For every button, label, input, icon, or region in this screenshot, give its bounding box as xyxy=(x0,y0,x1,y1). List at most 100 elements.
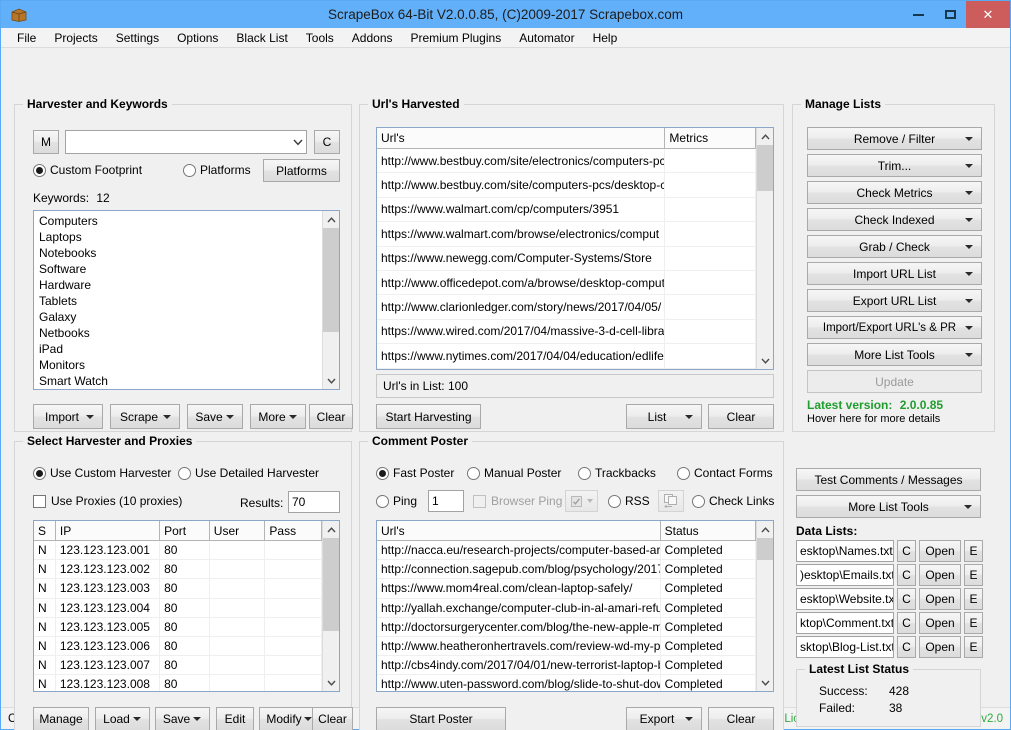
minimize-icon[interactable] xyxy=(902,1,934,28)
menu-settings[interactable]: Settings xyxy=(107,30,168,46)
column-header-status[interactable]: Status xyxy=(661,521,756,540)
scroll-track[interactable] xyxy=(757,145,773,352)
menu-premium-plugins[interactable]: Premium Plugins xyxy=(402,30,511,46)
data-list-open-button[interactable]: Open xyxy=(919,612,961,634)
data-list-c-button[interactable]: C xyxy=(897,612,916,634)
radio-rss[interactable]: RSS xyxy=(608,494,650,508)
urls-list-button[interactable]: List xyxy=(626,404,702,429)
list-item[interactable]: Computers xyxy=(34,213,322,229)
table-row[interactable]: N 123.123.123.002 80 xyxy=(34,560,322,579)
menu-addons[interactable]: Addons xyxy=(343,30,402,46)
radio-contact-forms[interactable]: Contact Forms xyxy=(677,466,773,480)
scroll-up-icon[interactable] xyxy=(323,521,339,538)
table-row[interactable]: https://www.walmart.com/cp/computers/395… xyxy=(377,198,756,222)
proxies-manage-button[interactable]: Manage xyxy=(33,707,89,730)
data-list-c-button[interactable]: C xyxy=(897,564,916,586)
data-list-e-button[interactable]: E xyxy=(964,588,983,610)
menu-black-list[interactable]: Black List xyxy=(227,30,296,46)
maximize-icon[interactable] xyxy=(934,1,966,28)
list-item[interactable]: Notebooks xyxy=(34,245,322,261)
start-poster-button[interactable]: Start Poster xyxy=(376,707,506,730)
radio-use-custom-harvester[interactable]: Use Custom Harvester xyxy=(33,466,171,480)
column-header-metrics[interactable]: Metrics xyxy=(665,128,756,148)
comment-clear-button[interactable]: Clear xyxy=(708,707,774,730)
list-item[interactable]: Tablets xyxy=(34,293,322,309)
table-row[interactable]: http://www.officedepot.com/a/browse/desk… xyxy=(377,271,756,295)
data-list-e-button[interactable]: E xyxy=(964,636,983,658)
list-item[interactable]: Netbooks xyxy=(34,325,322,341)
data-list-open-button[interactable]: Open xyxy=(919,540,961,562)
keywords-save-button[interactable]: Save xyxy=(187,404,243,429)
data-list-e-button[interactable]: E xyxy=(964,612,983,634)
start-harvesting-button[interactable]: Start Harvesting xyxy=(376,404,481,429)
scroll-down-icon[interactable] xyxy=(757,352,773,369)
table-row[interactable]: http://www.bestbuy.com/site/computers-pc… xyxy=(377,173,756,197)
proxies-load-button[interactable]: Load xyxy=(95,707,150,730)
column-header-user[interactable]: User xyxy=(210,521,266,540)
data-list-e-button[interactable]: E xyxy=(964,540,983,562)
column-header-pass[interactable]: Pass xyxy=(265,521,322,540)
scroll-thumb[interactable] xyxy=(323,538,339,631)
menu-projects[interactable]: Projects xyxy=(45,30,106,46)
table-row[interactable]: http://connection.sagepub.com/blog/psych… xyxy=(377,560,756,579)
menu-file[interactable]: File xyxy=(8,30,45,46)
list-item[interactable]: iPad xyxy=(34,341,322,357)
scroll-up-icon[interactable] xyxy=(757,128,773,145)
radio-fast-poster[interactable]: Fast Poster xyxy=(376,466,454,480)
column-header-urls[interactable]: Url's xyxy=(377,521,661,540)
scroll-up-icon[interactable] xyxy=(323,211,339,228)
import-url-list-button[interactable]: Import URL List xyxy=(807,262,982,285)
table-row[interactable]: https://www.mom4real.com/clean-laptop-sa… xyxy=(377,579,756,598)
column-header-urls[interactable]: Url's xyxy=(377,128,665,148)
scroll-thumb[interactable] xyxy=(757,538,773,560)
trim-button[interactable]: Trim... xyxy=(807,154,982,177)
proxies-clear-button[interactable]: Clear xyxy=(312,707,353,730)
data-list-path-input[interactable]: )esktop\Emails.txt xyxy=(796,564,894,586)
menu-help[interactable]: Help xyxy=(584,30,627,46)
menu-tools[interactable]: Tools xyxy=(297,30,343,46)
test-comments-messages-button[interactable]: Test Comments / Messages xyxy=(796,468,981,491)
scroll-down-icon[interactable] xyxy=(323,674,339,691)
platforms-button[interactable]: Platforms xyxy=(263,159,340,182)
keywords-more-button[interactable]: More xyxy=(250,404,306,429)
column-header-port[interactable]: Port xyxy=(160,521,210,540)
table-row[interactable]: N 123.123.123.005 80 xyxy=(34,618,322,637)
table-row[interactable]: https://www.nytimes.com/2017/04/04/educa… xyxy=(377,344,756,368)
proxies-save-button[interactable]: Save xyxy=(155,707,210,730)
check-metrics-button[interactable]: Check Metrics xyxy=(807,181,982,204)
table-row[interactable]: http://cbs4indy.com/2017/04/01/new-terro… xyxy=(377,656,756,675)
scroll-thumb[interactable] xyxy=(323,228,339,332)
proxies-edit-button[interactable]: Edit xyxy=(216,707,254,730)
more-list-tools-button[interactable]: More List Tools xyxy=(807,343,982,366)
keywords-import-button[interactable]: Import xyxy=(33,404,103,429)
urls-harvested-scrollbar[interactable] xyxy=(756,128,773,369)
list-item[interactable]: Software xyxy=(34,261,322,277)
table-row[interactable]: N 123.123.123.007 80 xyxy=(34,656,322,675)
table-row[interactable]: N 123.123.123.008 80 xyxy=(34,675,322,691)
table-row[interactable]: http://www.heatheronhertravels.com/revie… xyxy=(377,637,756,656)
list-item[interactable]: Hardware xyxy=(34,277,322,293)
list-item[interactable]: Galaxy xyxy=(34,309,322,325)
check-use-proxies[interactable]: Use Proxies (10 proxies) xyxy=(33,494,182,508)
footprint-combo[interactable] xyxy=(65,130,307,154)
column-header-s[interactable]: S xyxy=(34,521,56,540)
chevron-down-icon[interactable] xyxy=(289,131,306,153)
keywords-clear-button[interactable]: Clear xyxy=(309,404,353,429)
radio-ping[interactable]: Ping xyxy=(376,494,417,508)
data-list-path-input[interactable]: ktop\Comment.txt xyxy=(796,612,894,634)
data-list-c-button[interactable]: C xyxy=(897,540,916,562)
table-row[interactable]: http://www.uten-password.com/blog/slide-… xyxy=(377,675,756,691)
scroll-track[interactable] xyxy=(323,538,339,674)
table-row[interactable]: http://yallah.exchange/computer-club-in-… xyxy=(377,599,756,618)
radio-check-links[interactable]: Check Links xyxy=(692,494,774,508)
scroll-up-icon[interactable] xyxy=(757,521,773,538)
import-export-urls-pr-button[interactable]: Import/Export URL's & PR xyxy=(807,316,982,339)
list-item[interactable]: Smart Watch xyxy=(34,373,322,389)
check-indexed-button[interactable]: Check Indexed xyxy=(807,208,982,231)
keywords-list-scrollbar[interactable] xyxy=(322,211,339,389)
table-row[interactable]: http://nacca.eu/research-projects/comput… xyxy=(377,541,756,560)
right-more-list-tools-button[interactable]: More List Tools xyxy=(796,495,981,518)
scroll-down-icon[interactable] xyxy=(757,674,773,691)
table-row[interactable]: https://www.wired.com/2017/04/massive-3-… xyxy=(377,320,756,344)
table-row[interactable]: http://www.clarionledger.com/story/news/… xyxy=(377,295,756,319)
